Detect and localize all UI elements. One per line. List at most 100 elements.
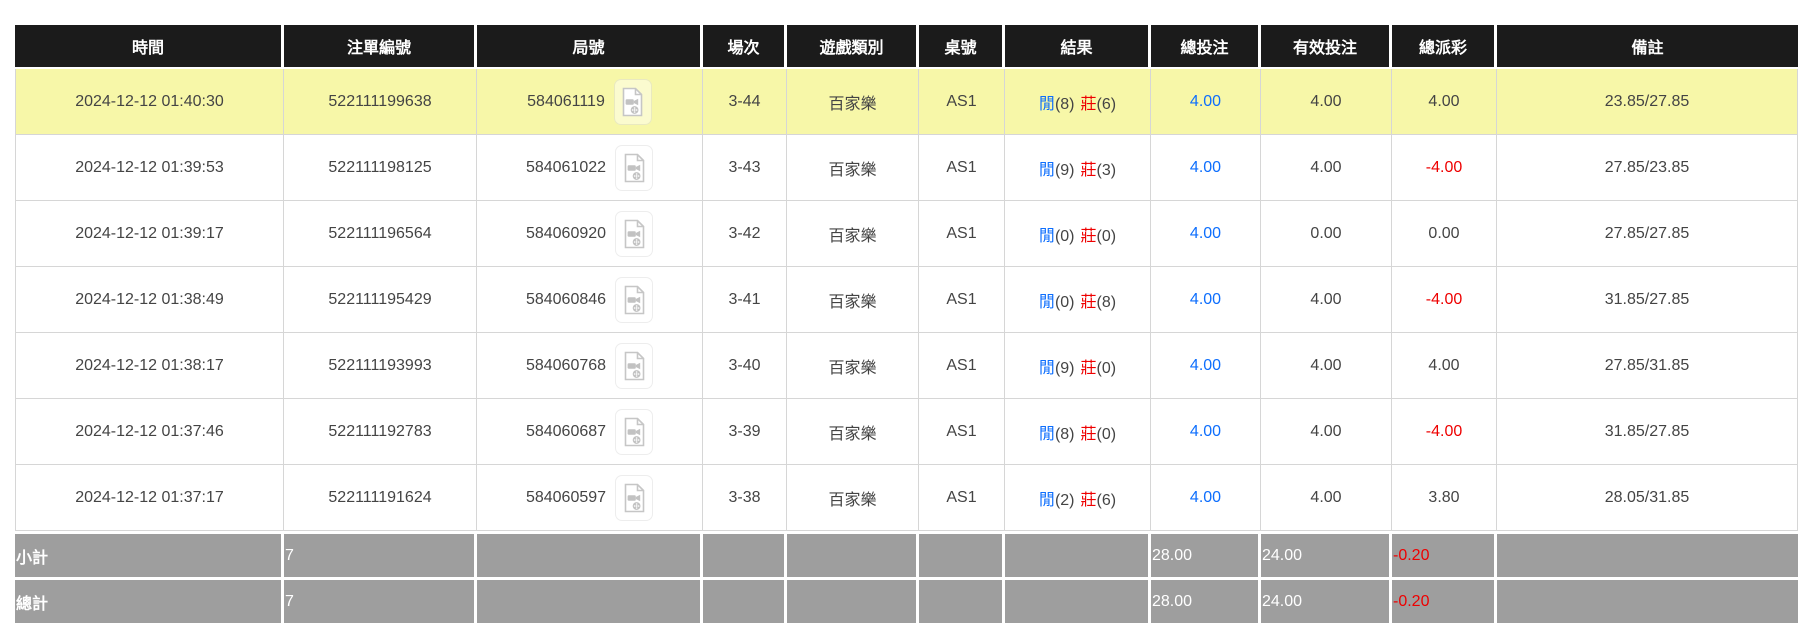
player-result-value: (0) bbox=[1055, 294, 1075, 311]
total-bet-link[interactable]: 4.00 bbox=[1151, 267, 1261, 333]
banker-result-label: 莊 bbox=[1081, 426, 1097, 443]
video-replay-icon bbox=[622, 483, 647, 513]
video-replay-button[interactable] bbox=[615, 277, 653, 323]
player-result-label: 閒 bbox=[1039, 492, 1055, 509]
table-row[interactable]: 2024-12-12 01:37:46 522111192783 5840606… bbox=[15, 399, 1798, 465]
subtotal-label: 小計 bbox=[15, 531, 284, 577]
grand-total-row: 總計 7 28.00 24.00 -0.20 bbox=[15, 577, 1798, 623]
total-bet-link[interactable]: 4.00 bbox=[1151, 465, 1261, 531]
video-replay-icon bbox=[622, 417, 647, 447]
video-replay-icon bbox=[622, 153, 647, 183]
game-type-cell: 百家樂 bbox=[787, 465, 919, 531]
table-row[interactable]: 2024-12-12 01:38:17 522111193993 5840607… bbox=[15, 333, 1798, 399]
table-row[interactable]: 2024-12-12 01:39:17 522111196564 5840609… bbox=[15, 201, 1798, 267]
player-result-value: (2) bbox=[1055, 492, 1075, 509]
player-result-label: 閒 bbox=[1039, 162, 1055, 179]
time-cell: 2024-12-12 01:38:49 bbox=[15, 267, 284, 333]
total-bet-link[interactable]: 4.00 bbox=[1151, 201, 1261, 267]
game-type-cell: 百家樂 bbox=[787, 399, 919, 465]
banker-result-value: (3) bbox=[1097, 162, 1117, 179]
game-type-cell: 百家樂 bbox=[787, 69, 919, 135]
total-bet-link[interactable]: 4.00 bbox=[1151, 333, 1261, 399]
valid-bet-cell: 4.00 bbox=[1261, 135, 1392, 201]
grand-total-label: 總計 bbox=[15, 577, 284, 623]
table-footer: 小計 7 28.00 24.00 -0.20 總計 7 28. bbox=[15, 531, 1798, 623]
table-row[interactable]: 2024-12-12 01:38:49 522111195429 5840608… bbox=[15, 267, 1798, 333]
bet-id-cell: 522111195429 bbox=[284, 267, 477, 333]
bet-id-cell: 522111199638 bbox=[284, 69, 477, 135]
banker-result-value: (0) bbox=[1097, 228, 1117, 245]
session-cell: 3-39 bbox=[703, 399, 787, 465]
table-body: 2024-12-12 01:40:30 522111199638 5840611… bbox=[15, 69, 1798, 531]
video-replay-icon bbox=[622, 219, 647, 249]
video-replay-button[interactable] bbox=[615, 343, 653, 389]
subtotal-empty-cell bbox=[787, 531, 919, 577]
payout-cell: 4.00 bbox=[1392, 333, 1497, 399]
banker-result-label: 莊 bbox=[1081, 162, 1097, 179]
table-row[interactable]: 2024-12-12 01:40:30 522111199638 5840611… bbox=[15, 69, 1798, 135]
col-header-total-bet: 總投注 bbox=[1151, 25, 1261, 69]
time-cell: 2024-12-12 01:39:53 bbox=[15, 135, 284, 201]
col-header-round: 局號 bbox=[477, 25, 703, 69]
grand-total-empty-cell bbox=[477, 577, 703, 623]
grand-total-valid-bet: 24.00 bbox=[1261, 577, 1392, 623]
valid-bet-cell: 0.00 bbox=[1261, 201, 1392, 267]
round-cell: 584060768 bbox=[477, 333, 703, 399]
round-number: 584060846 bbox=[526, 291, 606, 309]
col-header-table-no: 桌號 bbox=[919, 25, 1005, 69]
round-cell: 584061022 bbox=[477, 135, 703, 201]
player-result-value: (0) bbox=[1055, 228, 1075, 245]
total-bet-link[interactable]: 4.00 bbox=[1151, 135, 1261, 201]
bet-id-cell: 522111198125 bbox=[284, 135, 477, 201]
valid-bet-cell: 4.00 bbox=[1261, 333, 1392, 399]
table-header: 時間 注單編號 局號 場次 遊戲類別 桌號 結果 總投注 有效投注 總派彩 備註 bbox=[15, 25, 1798, 69]
remark-cell: 31.85/27.85 bbox=[1497, 399, 1798, 465]
payout-cell: 0.00 bbox=[1392, 201, 1497, 267]
banker-result-value: (8) bbox=[1097, 294, 1117, 311]
table-no-cell: AS1 bbox=[919, 399, 1005, 465]
grand-total-count: 7 bbox=[284, 577, 477, 623]
remark-cell: 23.85/27.85 bbox=[1497, 69, 1798, 135]
video-replay-button[interactable] bbox=[615, 409, 653, 455]
player-result-label: 閒 bbox=[1039, 426, 1055, 443]
total-bet-link[interactable]: 4.00 bbox=[1151, 69, 1261, 135]
banker-result-value: (0) bbox=[1097, 426, 1117, 443]
video-replay-button[interactable] bbox=[615, 145, 653, 191]
col-header-payout: 總派彩 bbox=[1392, 25, 1497, 69]
banker-result-value: (6) bbox=[1097, 492, 1117, 509]
payout-cell: 3.80 bbox=[1392, 465, 1497, 531]
bet-history-page: 時間 注單編號 局號 場次 遊戲類別 桌號 結果 總投注 有效投注 總派彩 備註… bbox=[0, 0, 1798, 623]
session-cell: 3-41 bbox=[703, 267, 787, 333]
payout-cell: 4.00 bbox=[1392, 69, 1497, 135]
bet-id-cell: 522111196564 bbox=[284, 201, 477, 267]
payout-cell: -4.00 bbox=[1392, 267, 1497, 333]
valid-bet-cell: 4.00 bbox=[1261, 69, 1392, 135]
col-header-time: 時間 bbox=[15, 25, 284, 69]
table-no-cell: AS1 bbox=[919, 201, 1005, 267]
subtotal-valid-bet: 24.00 bbox=[1261, 531, 1392, 577]
grand-total-empty-cell bbox=[919, 577, 1005, 623]
total-bet-link[interactable]: 4.00 bbox=[1151, 399, 1261, 465]
video-replay-button[interactable] bbox=[615, 475, 653, 521]
table-row[interactable]: 2024-12-12 01:39:53 522111198125 5840610… bbox=[15, 135, 1798, 201]
remark-cell: 31.85/27.85 bbox=[1497, 267, 1798, 333]
result-cell: 閒(9)莊(0) bbox=[1005, 333, 1151, 399]
round-number: 584060597 bbox=[526, 489, 606, 507]
col-header-game-type: 遊戲類別 bbox=[787, 25, 919, 69]
bet-id-cell: 522111193993 bbox=[284, 333, 477, 399]
col-header-remark: 備註 bbox=[1497, 25, 1798, 69]
col-header-bet-id: 注單編號 bbox=[284, 25, 477, 69]
round-number: 584060768 bbox=[526, 357, 606, 375]
banker-result-value: (6) bbox=[1097, 96, 1117, 113]
session-cell: 3-42 bbox=[703, 201, 787, 267]
banker-result-value: (0) bbox=[1097, 360, 1117, 377]
video-replay-icon bbox=[622, 351, 647, 381]
video-replay-button[interactable] bbox=[614, 79, 652, 125]
round-number: 584060687 bbox=[526, 423, 606, 441]
table-no-cell: AS1 bbox=[919, 465, 1005, 531]
col-header-session: 場次 bbox=[703, 25, 787, 69]
video-replay-button[interactable] bbox=[615, 211, 653, 257]
result-cell: 閒(8)莊(6) bbox=[1005, 69, 1151, 135]
table-row[interactable]: 2024-12-12 01:37:17 522111191624 5840605… bbox=[15, 465, 1798, 531]
bet-id-cell: 522111192783 bbox=[284, 399, 477, 465]
